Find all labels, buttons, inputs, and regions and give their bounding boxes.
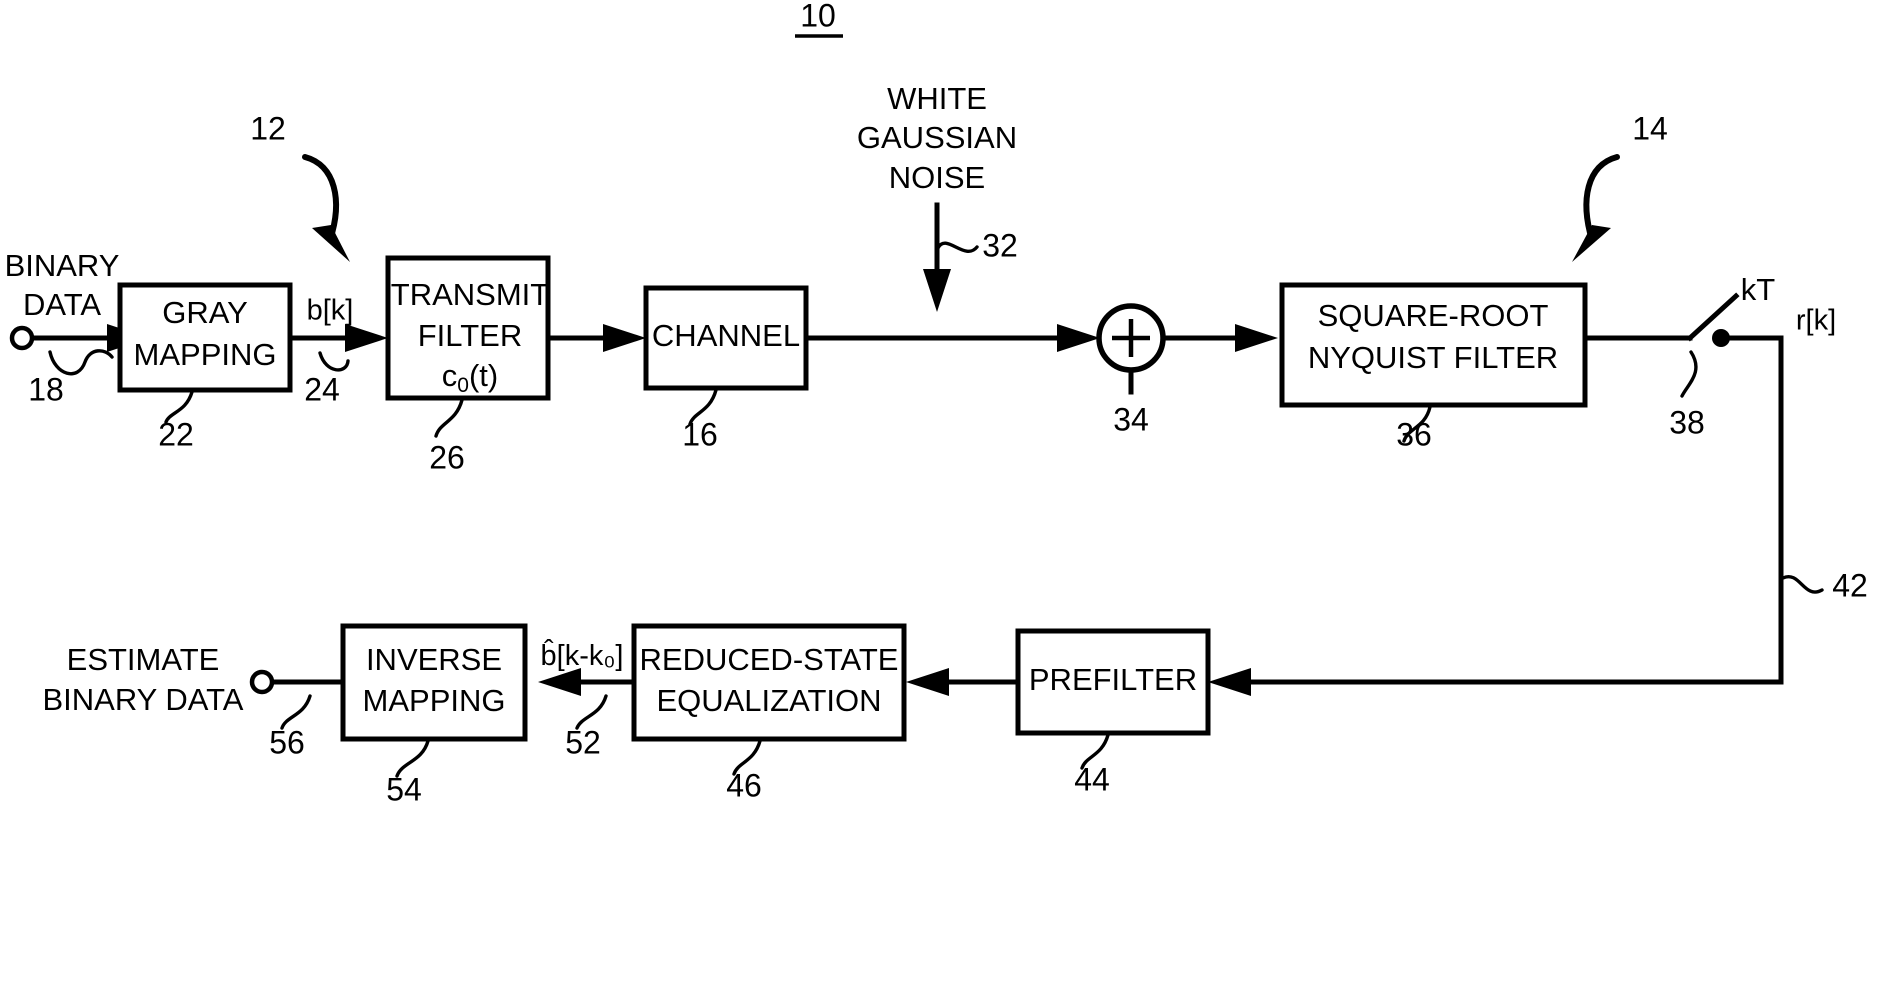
ref-16-label: 16 [682, 416, 718, 452]
feedback-prefilter-arrowhead [1208, 668, 1251, 696]
input-label-line2: DATA [23, 287, 101, 322]
figure-number: 10 [800, 0, 836, 33]
impulse-subscript: 0 [457, 374, 469, 397]
wire-adder-to-nyquist [1160, 324, 1278, 352]
block-diagram-svg: 10 12 14 BINARY DATA 18 GRAY MAPPING 22 … [5, 0, 1868, 807]
wire-prefilter-to-rse [906, 668, 1021, 696]
bhat-text: b̂[k-k₀] [541, 639, 624, 672]
output-terminal-node [249, 669, 275, 695]
patent-figure: 10 12 14 BINARY DATA 18 GRAY MAPPING 22 … [0, 0, 1888, 985]
ref-36-label: 36 [1396, 416, 1432, 452]
ref-38-leader [1680, 350, 1698, 398]
estimate-binary-data-output-group: ESTIMATE BINARY DATA 56 [43, 642, 346, 760]
rse-label-line2: EQUALIZATION [656, 683, 881, 718]
ref-24-leader [318, 351, 350, 372]
ref-12-label: 12 [250, 110, 286, 146]
receiver-section-callout: 14 [1572, 110, 1668, 262]
adder-nyquist-arrowhead [1235, 324, 1278, 352]
prefilter-rse-arrowhead [906, 668, 949, 696]
prefilter-label: PREFILTER [1029, 662, 1197, 697]
ref-26-label: 26 [429, 439, 465, 475]
nyquist-label-line2: NYQUIST FILTER [1308, 340, 1558, 375]
noise-source-group: WHITE GAUSSIAN NOISE 32 [857, 81, 1018, 312]
nyquist-label-line1: SQUARE-ROOT [1318, 298, 1549, 333]
ref-14-arrowhead [1572, 225, 1611, 262]
impulse-arg: (t) [469, 358, 498, 393]
gray-mapping-label-line1: GRAY [162, 295, 248, 330]
ref-56-label: 56 [269, 724, 305, 760]
ref-42-leader [1781, 574, 1824, 594]
ref-12-arrowhead [312, 225, 350, 262]
ref-52-leader [575, 694, 608, 730]
signal-rk-label: r[k] [1796, 305, 1836, 337]
ref-32-label: 32 [982, 227, 1018, 263]
ref-26-leader [434, 398, 464, 438]
ref-56-leader [280, 694, 312, 730]
block-transmit-filter[interactable]: TRANSMIT FILTER c0(t) 26 [385, 255, 551, 475]
wire-channel-to-adder [803, 324, 1100, 352]
adder-group[interactable]: 34 [1096, 303, 1166, 437]
ref-42-label: 42 [1832, 567, 1868, 603]
transmitter-section-callout: 12 [250, 110, 350, 262]
ref-54-label: 54 [386, 771, 422, 807]
input-terminal-node [9, 325, 35, 351]
transmit-filter-label-line2: FILTER [418, 318, 523, 353]
noise-label-line3: NOISE [889, 160, 985, 195]
output-label-line1: ESTIMATE [67, 642, 220, 677]
signal-bhat-group: b̂[k-k₀] 52 [538, 639, 637, 760]
noise-arrowhead [923, 269, 951, 312]
ref-18-leader [48, 349, 114, 376]
sampler-rate-label: kT [1741, 272, 1776, 307]
signal-bk-group: b[k] 24 [287, 295, 388, 407]
sampler-switch-group[interactable]: kT 38 r[k] 42 [1582, 272, 1868, 685]
ref-22-label: 22 [158, 416, 194, 452]
txfilter-channel-arrowhead [603, 324, 646, 352]
block-sqrt-nyquist-filter[interactable]: SQUARE-ROOT NYQUIST FILTER 36 [1279, 282, 1588, 452]
ref-24-label: 24 [304, 371, 340, 407]
ref-38-label: 38 [1669, 404, 1705, 440]
ref-52-label: 52 [565, 724, 601, 760]
impulse-response-expression: c0(t) [442, 358, 498, 396]
ref-44-label: 44 [1074, 761, 1110, 797]
transmit-filter-label-line1: TRANSMIT [391, 277, 550, 312]
ref-32-leader [936, 241, 979, 254]
rse-label-line1: REDUCED-STATE [640, 642, 899, 677]
block-prefilter[interactable]: PREFILTER 44 [1015, 628, 1211, 797]
ref-46-label: 46 [726, 767, 762, 803]
ref-34-label: 34 [1113, 401, 1149, 437]
inverse-mapping-label-line2: MAPPING [363, 683, 506, 718]
wire-txfilter-to-channel [545, 324, 646, 352]
noise-label-line2: GAUSSIAN [857, 120, 1017, 155]
channel-label: CHANNEL [652, 318, 800, 353]
transmit-filter-impulse-response: c0(t) [442, 358, 498, 396]
output-label-line2: BINARY DATA [43, 682, 244, 717]
block-reduced-state-equalization[interactable]: REDUCED-STATE EQUALIZATION 46 [631, 623, 907, 803]
signal-bk-label: b[k] [307, 295, 354, 327]
channel-adder-arrowhead [1057, 324, 1100, 352]
ref-14-label: 14 [1632, 110, 1668, 146]
bk-arrowhead [345, 324, 388, 352]
block-gray-mapping[interactable]: GRAY MAPPING 22 [117, 282, 293, 452]
switch-blade[interactable] [1686, 292, 1740, 342]
bhat-arrowhead [538, 668, 581, 696]
wire-feedback-to-prefilter [1208, 668, 1784, 696]
ref-18-label: 18 [28, 371, 64, 407]
impulse-base: c [442, 358, 458, 393]
noise-label-line1: WHITE [887, 81, 987, 116]
rk-feedback-wire [1718, 335, 1784, 685]
signal-bhat-label: b̂[k-k₀] [541, 639, 624, 672]
input-label-line1: BINARY [5, 248, 120, 283]
figure-number-group: 10 [795, 0, 843, 38]
block-inverse-mapping[interactable]: INVERSE MAPPING 54 [340, 623, 528, 807]
block-channel[interactable]: CHANNEL 16 [643, 285, 809, 452]
gray-mapping-label-line2: MAPPING [134, 337, 277, 372]
inverse-mapping-label-line1: INVERSE [366, 642, 502, 677]
